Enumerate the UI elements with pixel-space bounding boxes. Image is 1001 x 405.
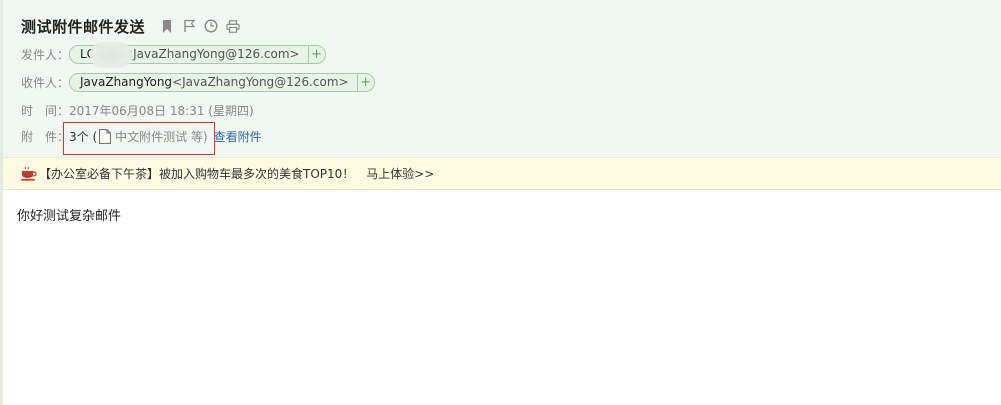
add-contact-button[interactable]: + xyxy=(356,73,374,91)
clock-icon[interactable] xyxy=(203,18,219,34)
mail-header: 测试附件邮件发送 发件人： LC <JavaZhangYong@126.com>… xyxy=(3,0,1001,157)
promo-link[interactable]: 马上体验>> xyxy=(366,165,434,182)
from-label: 发件人： xyxy=(21,47,70,62)
promo-text[interactable]: 【办公室必备下午茶】被加入购物车最多次的美食TOP10！ xyxy=(39,165,354,182)
mail-body: 你好测试复杂邮件 xyxy=(17,209,122,224)
from-email: <JavaZhangYong@126.com> xyxy=(123,47,300,61)
bookmark-icon[interactable] xyxy=(159,18,175,34)
to-contact-chip[interactable]: JavaZhangYong <JavaZhangYong@126.com> + xyxy=(69,72,375,92)
from-row: 发件人： LC <JavaZhangYong@126.com> + xyxy=(21,41,326,68)
subject-row: 测试附件邮件发送 xyxy=(21,14,241,38)
to-row: 收件人： JavaZhangYong <JavaZhangYong@126.co… xyxy=(21,71,375,93)
redaction-blur xyxy=(90,41,132,68)
subject-toolbar xyxy=(159,18,241,34)
to-label: 收件人： xyxy=(21,75,70,90)
mail-subject: 测试附件邮件发送 xyxy=(21,17,146,36)
promo-banner: 【办公室必备下午茶】被加入购物车最多次的美食TOP10！ 马上体验>> xyxy=(3,157,1001,190)
add-contact-button[interactable]: + xyxy=(307,45,325,63)
mail-view: 测试附件邮件发送 发件人： LC <JavaZhangYong@126.com>… xyxy=(0,0,1001,405)
attachment-label: 附 件： xyxy=(21,129,70,144)
from-contact-chip[interactable]: LC <JavaZhangYong@126.com> + xyxy=(69,41,326,68)
view-attachments-link[interactable]: 查看附件 xyxy=(214,128,262,145)
sent-time: 2017年06月08日 18:31 (星期四) xyxy=(69,103,254,118)
time-row: 时 间： 2017年06月08日 18:31 (星期四) xyxy=(21,99,254,121)
flag-icon[interactable] xyxy=(181,18,197,34)
to-email: <JavaZhangYong@126.com> xyxy=(172,75,349,89)
attachment-highlight-box xyxy=(63,122,215,155)
print-icon[interactable] xyxy=(225,18,241,34)
teacup-icon xyxy=(21,166,37,181)
to-name: JavaZhangYong xyxy=(80,75,173,89)
time-label: 时 间： xyxy=(21,103,70,118)
